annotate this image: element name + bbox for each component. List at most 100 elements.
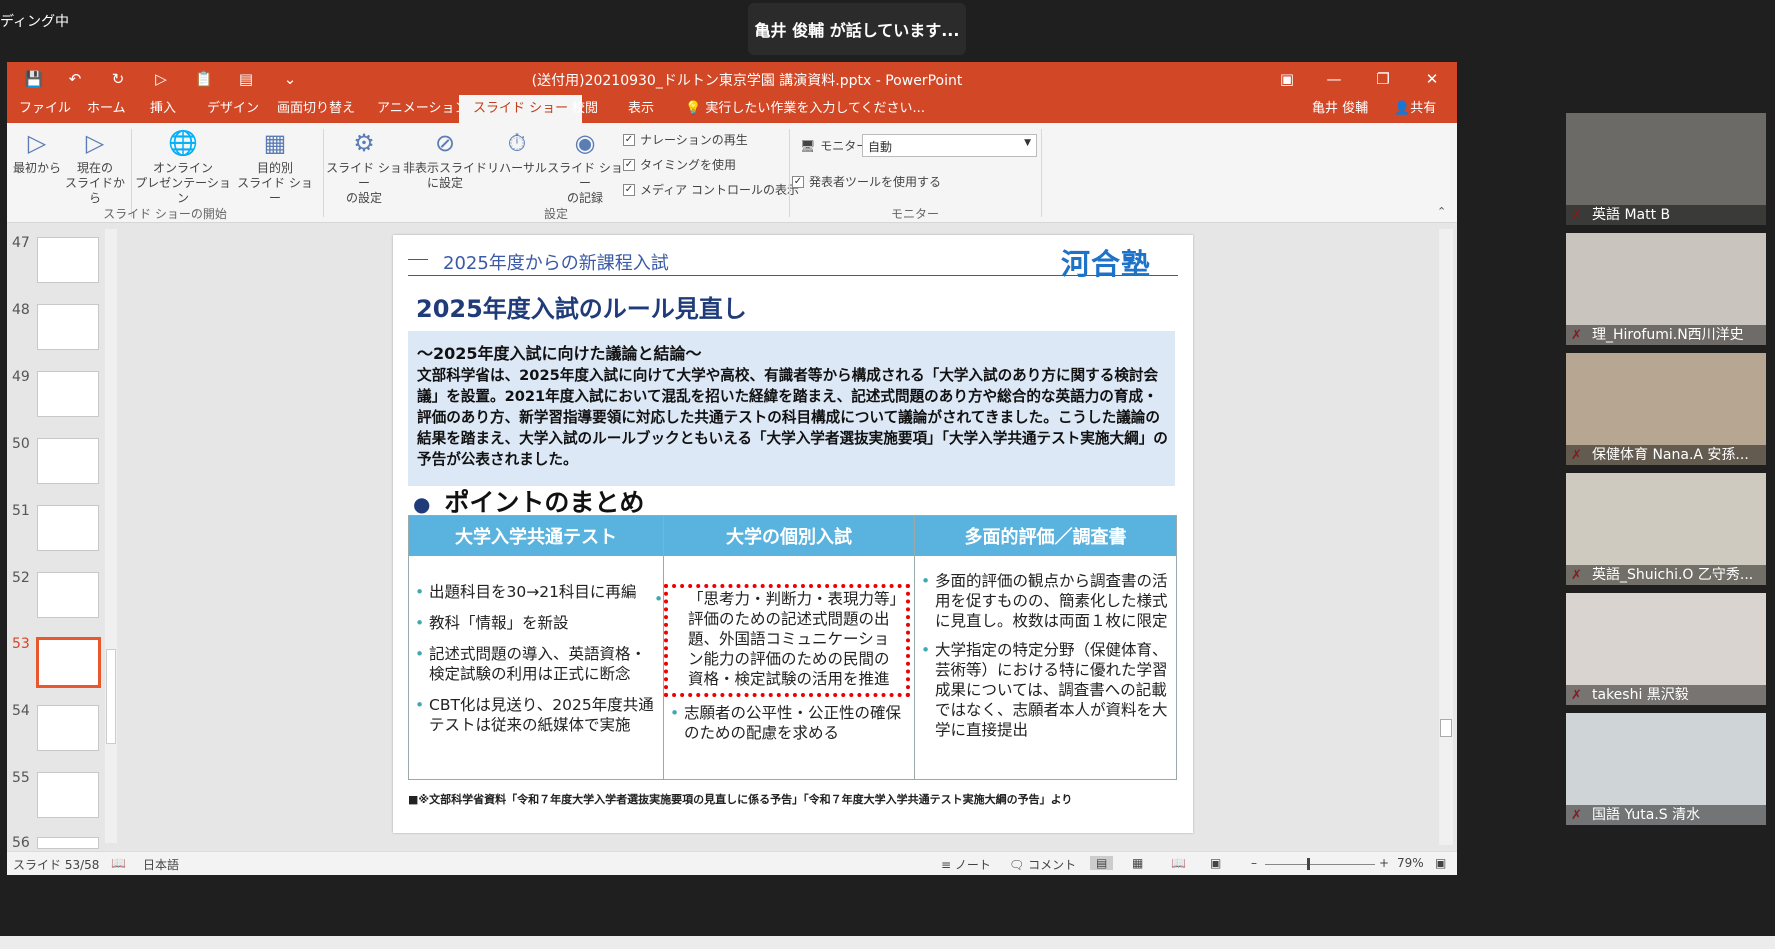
from-start-button[interactable]: ▷ 最初から (11, 127, 63, 176)
thumb-slide-56[interactable] (37, 837, 99, 849)
hide-slide-button[interactable]: ⊘ 非表示スライド に設定 (403, 127, 487, 191)
thumb-slide-47[interactable] (37, 237, 99, 283)
thumb-slide-51[interactable] (37, 505, 99, 551)
column-list: 多面的評価の観点から調査書の活用を促すものの、簡素化した様式に見直し。枚数は両面… (915, 571, 1176, 740)
user-name[interactable]: 亀井 俊輔 (1312, 95, 1368, 123)
from-start-quick-icon[interactable]: ▷ (150, 68, 172, 90)
thumb-slide-54[interactable] (37, 705, 99, 751)
share-button[interactable]: 👤共有 (1394, 95, 1436, 123)
custom-label-1: 目的別 (256, 161, 293, 175)
participant-tile[interactable]: ✗ 理_Hirofumi.N西川洋史 (1566, 233, 1766, 345)
fit-to-window-icon[interactable]: ▣ (1435, 856, 1446, 870)
tab-review[interactable]: 校閲 (572, 95, 598, 123)
save-icon[interactable]: 💾 (23, 68, 45, 90)
participant-tile[interactable]: ✗ 英語 Matt B (1566, 113, 1766, 225)
column-header: 大学入学共通テスト (409, 516, 663, 556)
zoom-slider[interactable] (1265, 864, 1375, 865)
participant-tile[interactable]: ✗ 国語 Yuta.S 清水 (1566, 713, 1766, 825)
ribbon-display-icon[interactable]: ▣ (1272, 67, 1302, 91)
thumb-slide-55[interactable] (37, 772, 99, 818)
list-item: 多面的評価の観点から調査書の活用を促すものの、簡素化した様式に見直し。枚数は両面… (921, 571, 1168, 631)
thumb-slide-48[interactable] (37, 304, 99, 350)
list-item: 記述式問題の導入、英語資格・検定試験の利用は正式に断念 (415, 644, 655, 684)
notes-icon: ≡ (941, 858, 955, 872)
customize-quick-access-icon[interactable]: ⌄ (279, 68, 301, 90)
thumb-slide-50[interactable] (37, 438, 99, 484)
slide-sorter-icon[interactable]: ▦ (1132, 856, 1143, 870)
layout-icon[interactable]: ▤ (235, 68, 257, 90)
group-label-start: スライド ショーの開始 (103, 207, 227, 221)
tab-home[interactable]: ホーム (87, 95, 126, 123)
rehearse-button[interactable]: ⏱ リハーサル (487, 127, 547, 176)
custom-show-button[interactable]: ▦ 目的別 スライド ショー (233, 127, 317, 206)
tab-view[interactable]: 表示 (628, 95, 654, 123)
thumb-scrollbar-handle[interactable] (106, 649, 116, 744)
list-item: 志願者の公平性・公正性の確保のための配慮を求める (670, 703, 906, 743)
tab-file[interactable]: ファイル (19, 95, 71, 123)
tab-animations[interactable]: アニメーション (377, 95, 467, 123)
points-title: ポイントのまとめ (444, 488, 645, 517)
narration-checkbox[interactable]: ✓ ナレーションの再生 (623, 131, 799, 148)
participant-tile[interactable]: ✗ 保健体育 Nana.A 安孫... (1566, 353, 1766, 465)
from-current-button[interactable]: ▷ 現在の スライドから (63, 127, 127, 206)
thumb-scrollbar[interactable] (105, 229, 117, 843)
setup-show-button[interactable]: ⚙ スライド ショー の設定 (325, 127, 403, 206)
slide-counter: スライド 53/58 (13, 858, 100, 872)
thumb-slide-53[interactable] (36, 637, 101, 688)
ribbon-divider (1041, 129, 1042, 217)
thumb-number: 55 (12, 770, 30, 786)
media-controls-checkbox[interactable]: ✓ メディア コントロールの表示 (623, 181, 799, 198)
language-indicator[interactable]: 日本語 (143, 856, 179, 873)
minimize-icon[interactable]: — (1319, 67, 1349, 91)
group-label-monitor: モニター (890, 207, 939, 221)
ribbon: ▷ 最初から ▷ 現在の スライドから 🌐 オンライン プレゼンテーション ▦ 目的別 スライ… (7, 123, 1457, 223)
timing-checkbox[interactable]: ✓ タイミングを使用 (623, 156, 799, 173)
tab-slideshow[interactable]: スライド ショー (459, 95, 583, 123)
slide-scrollbar[interactable] (1439, 229, 1453, 845)
title-bar: 💾 ↶ ↻ ▷ 📋 ▤ ⌄ (送付用)20210930_ドルトン東京学園 講演資… (7, 62, 1457, 95)
undo-icon[interactable]: ↶ (64, 68, 86, 90)
slide-title: 2025年度入試のルール見直し (416, 295, 747, 323)
tell-me-search[interactable]: 💡 実行したい作業を入力してください... (685, 95, 925, 123)
reading-view-icon[interactable]: 📖 (1171, 856, 1186, 870)
ribbon-tabs: ファイル ホーム 挿入 デザイン 画面切り替え アニメーション スライド ショー… (7, 95, 1457, 123)
zoom-slider-handle[interactable] (1307, 858, 1310, 870)
chevron-down-icon: ▼ (1024, 138, 1031, 148)
record-label-2: の記録 (566, 191, 603, 205)
slide-canvas[interactable]: 2025年度からの新課程入試 河合塾 2025年度入試のルール見直し ～2025… (393, 235, 1193, 833)
normal-view-icon[interactable]: ▤ (1090, 856, 1114, 870)
zoom-level[interactable]: 79% (1397, 856, 1424, 870)
participant-tile[interactable]: ✗ takeshi 黒沢毅 (1566, 593, 1766, 705)
column-header: 大学の個別入試 (664, 516, 914, 556)
close-icon[interactable]: ✕ (1417, 67, 1447, 91)
record-label-1: スライド ショー (547, 161, 623, 190)
notes-button[interactable]: ≡ ノート (941, 856, 991, 873)
online-label-2: プレゼンテーション (135, 176, 231, 205)
record-show-button[interactable]: ◉ スライド ショー の記録 (547, 127, 623, 206)
tab-design[interactable]: デザイン (207, 95, 259, 123)
tab-insert[interactable]: 挿入 (150, 95, 176, 123)
zoom-in-button[interactable]: + (1379, 856, 1389, 870)
thumb-slide-49[interactable] (37, 371, 99, 417)
redo-icon[interactable]: ↻ (107, 68, 129, 90)
spellcheck-icon[interactable]: 📖 (111, 856, 126, 870)
presenter-view-checkbox[interactable]: ✓ 発表者ツールを使用する (792, 173, 941, 190)
monitor-dropdown[interactable]: 自動 ▼ (862, 134, 1037, 157)
record-icon: ◉ (574, 128, 596, 157)
online-presentation-button[interactable]: 🌐 オンライン プレゼンテーション (133, 127, 233, 206)
slide-scrollbar-handle[interactable] (1440, 719, 1452, 737)
restore-icon[interactable]: ❐ (1368, 67, 1398, 91)
tab-transitions[interactable]: 画面切り替え (277, 95, 355, 123)
thumb-number: 48 (12, 302, 30, 318)
participant-tile[interactable]: ✗ 英語_Shuichi.O 乙守秀... (1566, 473, 1766, 585)
collapse-ribbon-icon[interactable]: ⌃ (1437, 205, 1446, 218)
share-label: 共有 (1410, 101, 1437, 116)
zoom-out-button[interactable]: – (1251, 856, 1257, 870)
slideshow-view-icon[interactable]: ▣ (1210, 856, 1221, 870)
thumb-slide-52[interactable] (37, 572, 99, 618)
clipboard-icon[interactable]: 📋 (193, 68, 215, 90)
thumb-number: 51 (12, 503, 30, 519)
comments-button[interactable]: 🗨 コメント (1009, 856, 1076, 873)
thumb-number: 50 (12, 436, 30, 452)
points-heading: ● ポイントのまとめ (413, 483, 644, 519)
